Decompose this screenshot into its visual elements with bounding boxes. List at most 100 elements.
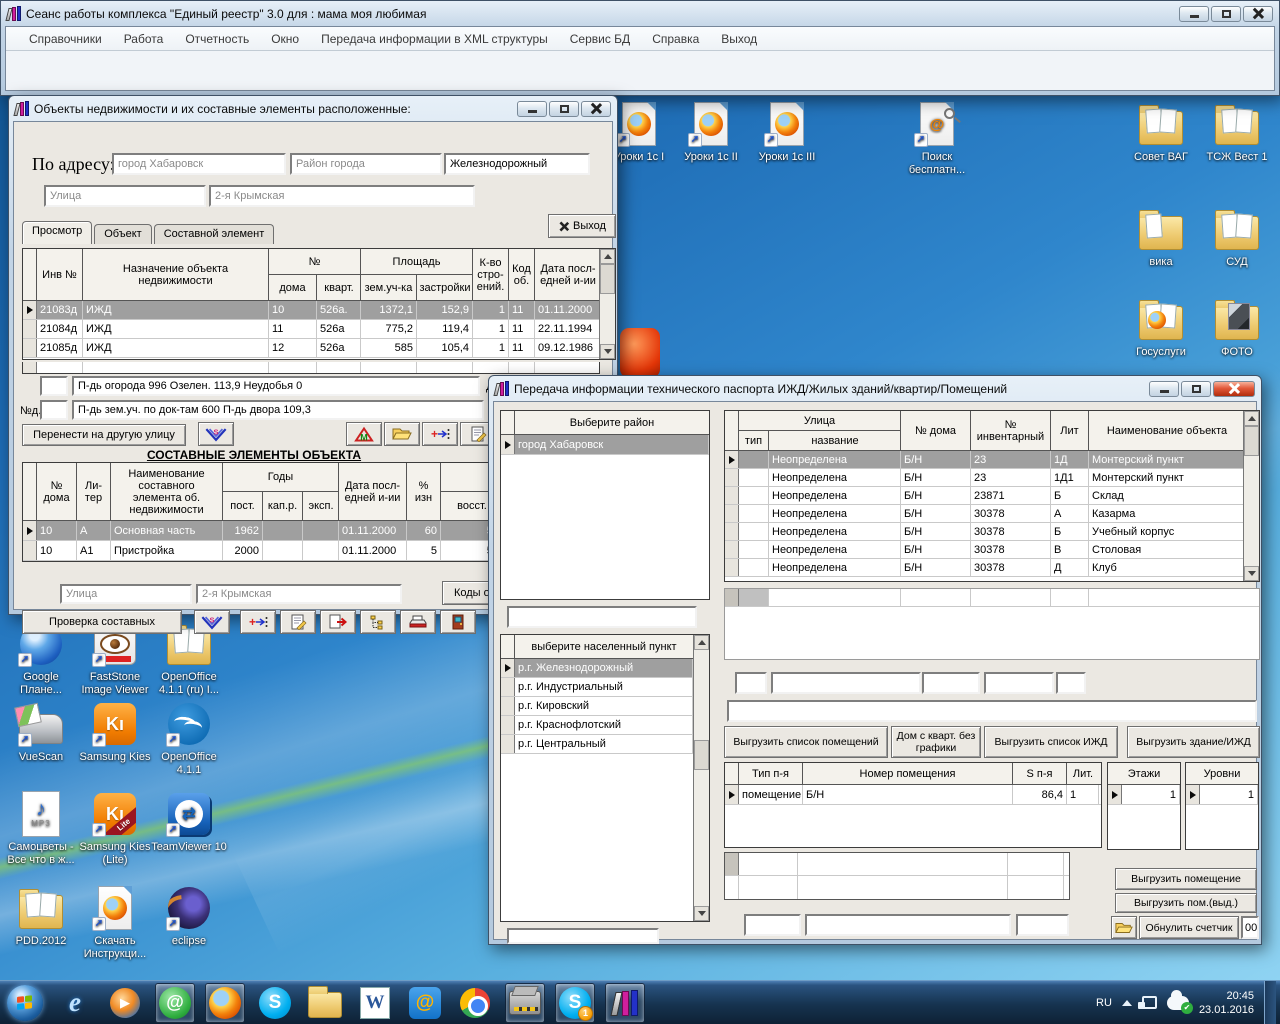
components-table[interactable]: № дома Ли-тер Наименование составного эл… xyxy=(22,462,502,562)
tab-obyekt[interactable]: Объект xyxy=(94,224,151,244)
counter-field[interactable]: 00 xyxy=(1241,916,1259,939)
reset-counter-button[interactable]: Обнулить счетчик xyxy=(1139,916,1239,939)
street-placeholder-field[interactable]: Улица xyxy=(44,185,206,207)
status-field[interactable] xyxy=(727,700,1257,722)
taskbar-internet-explorer[interactable]: e xyxy=(55,983,95,1023)
list-item[interactable]: р.г. Краснофлотский xyxy=(501,716,693,735)
desktop-icon-uroki-1s-2[interactable]: Уроки 1с II xyxy=(672,100,750,164)
objects-window-titlebar[interactable]: Объекты недвижимости и их составные элем… xyxy=(9,96,617,118)
bottom-field-2[interactable] xyxy=(805,914,1011,936)
filter-field-5[interactable] xyxy=(1056,672,1086,694)
check-all-button[interactable]: S xyxy=(198,422,234,446)
tab-sostavnoy[interactable]: Составной элемент xyxy=(154,224,275,244)
taskbar-skype-chat[interactable]: S 1 xyxy=(555,983,595,1023)
settlement-filter-input[interactable] xyxy=(507,928,659,944)
street2-placeholder-field[interactable]: Улица xyxy=(60,584,192,604)
table-row[interactable]: Неопределена Б/Н 23 1Д Монтерский пункт xyxy=(725,451,1243,469)
taskbar-explorer[interactable] xyxy=(305,983,345,1023)
list-item[interactable]: р.г. Индустриальный xyxy=(501,678,693,697)
settlement-list[interactable]: выберите населенный пункт р.г. Железнодо… xyxy=(500,634,710,922)
maximize-button[interactable] xyxy=(1211,6,1241,22)
menu-xml[interactable]: Передача информации в XML структуры xyxy=(310,32,559,46)
scrollbar-thumb[interactable] xyxy=(600,264,615,294)
table-row[interactable]: 10 А1 Пристройка 2000 01.11.2000 5 54 xyxy=(23,541,501,561)
list-item[interactable]: р.г. Центральный xyxy=(501,735,693,754)
table-row[interactable]: Неопределена Б/Н 23 1Д1 Монтерский пункт xyxy=(725,469,1243,487)
floors-table[interactable]: Этажи 1 xyxy=(1107,762,1181,850)
scrollbar-track[interactable] xyxy=(694,650,709,740)
start-button[interactable] xyxy=(5,983,45,1023)
district-filter-input[interactable] xyxy=(507,606,697,628)
scrollbar-track[interactable] xyxy=(600,294,615,344)
print-button[interactable] xyxy=(400,610,436,634)
desktop-icon-sovet-vag[interactable]: Совет ВАГ xyxy=(1122,100,1200,164)
scrollbar-up-button[interactable] xyxy=(1244,411,1259,426)
unload-room-selected-button[interactable]: Выгрузить пом.(выд.) xyxy=(1115,893,1257,913)
extra-line2-field[interactable]: П-дь зем.уч. по док-там 600 П-дь двора 1… xyxy=(72,400,484,420)
taskbar-chrome[interactable] xyxy=(455,983,495,1023)
desktop-icon-eclipse[interactable]: eclipse xyxy=(150,884,228,948)
table-row[interactable]: Неопределена Б/Н 30378 Б Учебный корпус xyxy=(725,523,1243,541)
menu-okno[interactable]: Окно xyxy=(260,32,310,46)
language-indicator[interactable]: RU xyxy=(1096,997,1112,1009)
extra-code-field-2[interactable] xyxy=(40,400,68,420)
scrollbar-up-button[interactable] xyxy=(600,249,615,264)
scrollbar-track[interactable] xyxy=(694,770,709,906)
menu-vyhod[interactable]: Выход xyxy=(710,32,768,46)
scrollbar-up-button[interactable] xyxy=(694,635,709,650)
main-window-titlebar[interactable]: Сеанс работы комплекса "Единый реестр" 3… xyxy=(1,1,1279,23)
map-button[interactable]: М xyxy=(346,422,382,446)
desktop-icon-vika[interactable]: вика xyxy=(1122,205,1200,269)
check-components-button[interactable]: Проверка составных xyxy=(22,610,182,634)
city-field[interactable]: город Хабаровск xyxy=(112,153,286,175)
extra-code-field-1[interactable] xyxy=(40,376,68,396)
extra-line1-field[interactable]: П-дь огорода 996 Озелен. 113,9 Неудобья … xyxy=(72,376,480,396)
taskbar-firefox[interactable] xyxy=(205,983,245,1023)
desktop-icon-poisk[interactable]: @ Поиск бесплатн... xyxy=(898,100,976,177)
table-row[interactable]: Неопределена Б/Н 30378 В Столовая xyxy=(725,541,1243,559)
district-list[interactable]: Выберите район город Хабаровск xyxy=(500,410,710,600)
table-row[interactable]: 1 xyxy=(1186,785,1258,805)
scrollbar-down-button[interactable] xyxy=(1244,566,1259,581)
filter-field-3[interactable] xyxy=(922,672,980,694)
exit-door-button[interactable] xyxy=(440,610,476,634)
list-item[interactable]: р.г. Железнодорожный xyxy=(501,659,693,678)
desktop-icon-uroki-1s-3[interactable]: Уроки 1с III xyxy=(748,100,826,164)
table-row[interactable]: 21085д ИЖД 12 526а 585 105,4 1 11 09.12.… xyxy=(23,339,599,358)
show-desktop-button[interactable] xyxy=(1264,981,1276,1024)
objects-table[interactable]: Инв № Назначение объекта недвижимости № … xyxy=(22,248,616,360)
unload-building-button[interactable]: Выгрузить здание/ИЖД xyxy=(1127,726,1260,758)
unload-rooms-list-button[interactable]: Выгрузить список помещений xyxy=(724,726,888,758)
taskbar-word[interactable]: W xyxy=(355,983,395,1023)
add-record-button[interactable]: + xyxy=(422,422,458,446)
table-row[interactable]: Неопределена Б/Н 30378 Д Клуб xyxy=(725,559,1243,577)
maximize-button[interactable] xyxy=(1181,381,1211,397)
desktop-icon-tsj-vest[interactable]: ТСЖ Вест 1 xyxy=(1198,100,1276,164)
filter-field-1[interactable] xyxy=(735,672,767,694)
desktop-icon-kies-lite[interactable]: KıLite Samsung Kies (Lite) xyxy=(76,790,154,867)
close-button[interactable] xyxy=(1213,381,1255,397)
scrollbar-down-button[interactable] xyxy=(600,344,615,359)
desktop-icon-gosuslugi[interactable]: Госуслуги xyxy=(1122,295,1200,359)
scrollbar-thumb[interactable] xyxy=(1244,426,1259,456)
district-field[interactable]: Железнодорожный xyxy=(444,153,590,175)
taskbar-registry-app[interactable] xyxy=(605,983,645,1023)
check-all-button-2[interactable]: S xyxy=(194,610,230,634)
menu-servis-bd[interactable]: Сервис БД xyxy=(559,32,641,46)
add-record-button-2[interactable]: + xyxy=(240,610,276,634)
desktop-icon-samsung-kies[interactable]: Kı Samsung Kies xyxy=(76,700,154,764)
desktop-icon-foto[interactable]: ФОТО xyxy=(1198,295,1276,359)
close-button[interactable] xyxy=(1243,6,1273,22)
bottom-field-3[interactable] xyxy=(1016,914,1069,936)
taskbar-scanner-app[interactable] xyxy=(505,983,545,1023)
desktop-icon-sud[interactable]: СУД xyxy=(1198,205,1276,269)
tray-expand-icon[interactable] xyxy=(1122,1000,1132,1006)
taskbar-media-player[interactable]: ▶ xyxy=(105,983,145,1023)
bottom-field-1[interactable] xyxy=(744,914,801,936)
desktop-icon-vuescan[interactable]: VueScan xyxy=(2,700,80,764)
table-row[interactable]: помещение Б/Н 86,4 1 xyxy=(725,785,1101,805)
edit-document-button-2[interactable] xyxy=(280,610,316,634)
filter-field-4[interactable] xyxy=(984,672,1054,694)
table-row[interactable]: 21083д ИЖД 10 526а. 1372,1 152,9 1 11 01… xyxy=(23,301,599,320)
desktop-icon-pdd2012[interactable]: PDD.2012 xyxy=(2,884,80,948)
